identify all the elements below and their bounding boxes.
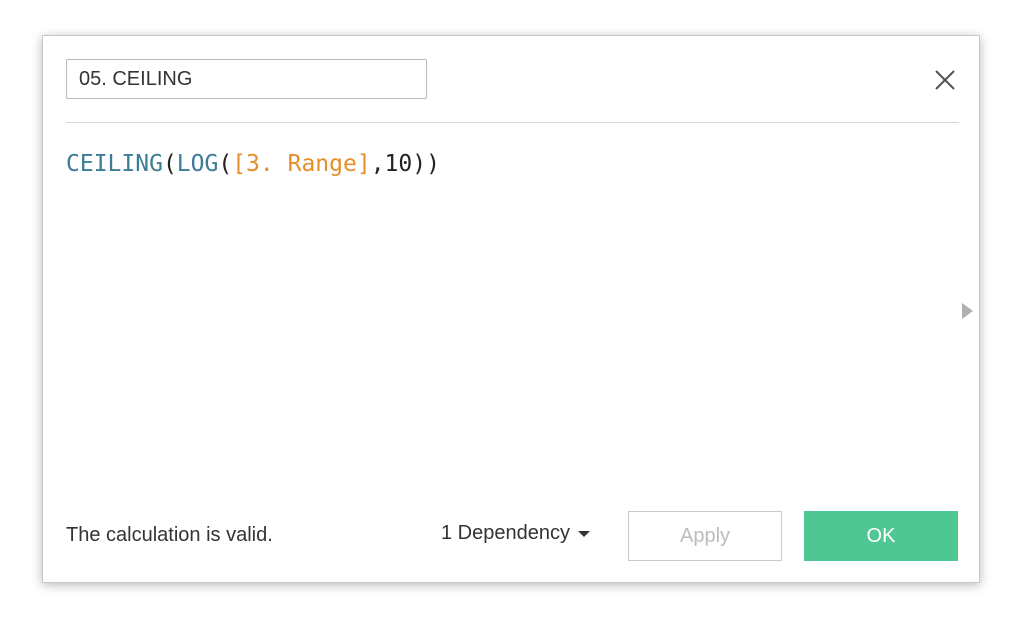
validation-status: The calculation is valid. <box>66 524 273 546</box>
ok-button[interactable]: OK <box>804 511 958 561</box>
formula-comma: , <box>370 151 385 177</box>
calculation-dialog: CEILING(LOG([3. Range],10)) The calculat… <box>42 35 980 583</box>
formula-paren: ( <box>162 151 177 177</box>
caret-down-icon <box>577 530 590 537</box>
formula-paren: )) <box>412 151 440 177</box>
formula-paren: ( <box>218 151 233 177</box>
expand-arrow-icon[interactable] <box>962 303 973 319</box>
close-icon[interactable] <box>931 66 959 94</box>
formula-field-reference: [3. Range] <box>232 151 371 177</box>
header-divider <box>66 122 959 123</box>
apply-button[interactable]: Apply <box>628 511 782 561</box>
dependency-label: 1 Dependency <box>441 522 570 544</box>
formula-function-ceiling: CEILING <box>66 151 163 177</box>
formula-function-log: LOG <box>176 151 219 177</box>
dependency-dropdown[interactable]: 1 Dependency <box>441 522 590 545</box>
formula-editor[interactable]: CEILING(LOG([3. Range],10)) <box>66 144 946 484</box>
formula-number: 10 <box>384 151 413 177</box>
calculation-name-input[interactable] <box>66 59 427 99</box>
